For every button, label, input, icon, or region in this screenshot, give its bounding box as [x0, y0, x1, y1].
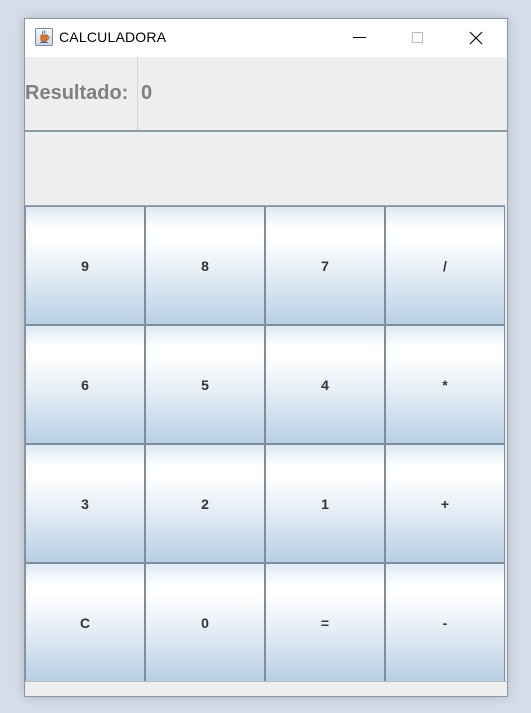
key-2-button[interactable]: 2 [145, 444, 265, 563]
key-0-button[interactable]: 0 [145, 563, 265, 682]
result-display: 0 [137, 57, 507, 130]
close-icon [469, 31, 483, 45]
result-label: Resultado: [25, 82, 129, 104]
title-bar[interactable]: CALCULADORA [25, 19, 507, 57]
key-8-button[interactable]: 8 [145, 206, 265, 325]
multiply-button[interactable]: * [385, 325, 505, 444]
minimize-icon [353, 37, 366, 38]
equals-button[interactable]: = [265, 563, 385, 682]
maximize-icon [412, 32, 423, 43]
keypad: 9 8 7 / 6 5 4 * 3 2 1 + C 0 = - [25, 205, 505, 682]
key-5-button[interactable]: 5 [145, 325, 265, 444]
minimize-button[interactable] [331, 19, 389, 57]
key-6-button[interactable]: 6 [25, 325, 145, 444]
clear-button[interactable]: C [25, 563, 145, 682]
key-9-button[interactable]: 9 [25, 206, 145, 325]
bottom-panel [25, 681, 507, 696]
result-panel: Resultado: 0 [25, 57, 507, 130]
key-7-button[interactable]: 7 [265, 206, 385, 325]
result-value: 0 [141, 82, 153, 104]
add-button[interactable]: + [385, 444, 505, 563]
window-title: CALCULADORA [59, 29, 167, 45]
subtract-button[interactable]: - [385, 563, 505, 682]
divide-button[interactable]: / [385, 206, 505, 325]
calculator-window: CALCULADORA Resultado: 0 9 8 7 / 6 5 4 *… [24, 18, 508, 697]
key-1-button[interactable]: 1 [265, 444, 385, 563]
maximize-button[interactable] [389, 19, 447, 57]
empty-panel [25, 132, 507, 205]
key-4-button[interactable]: 4 [265, 325, 385, 444]
java-cup-icon[interactable] [35, 28, 53, 46]
close-button[interactable] [447, 19, 505, 57]
key-3-button[interactable]: 3 [25, 444, 145, 563]
